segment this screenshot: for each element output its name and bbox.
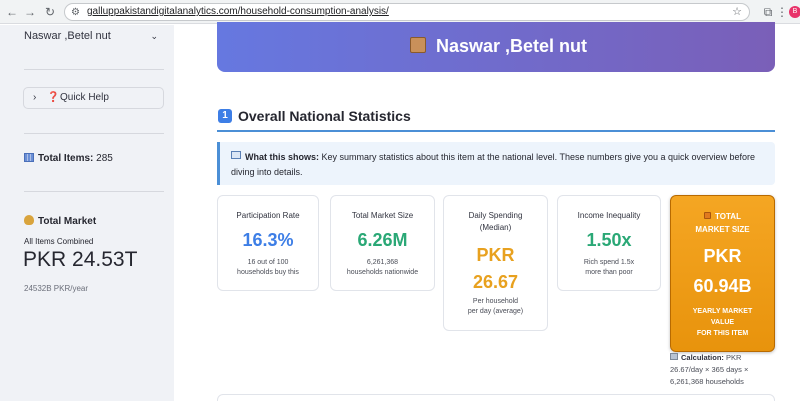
sidebar-divider bbox=[24, 191, 164, 192]
section-number-badge: 1 bbox=[218, 109, 232, 123]
card-subtext: Rich spend 1.5x more than poor bbox=[558, 258, 660, 278]
total-market-label: Total Market bbox=[38, 216, 97, 227]
card-label: Participation Rate bbox=[236, 211, 300, 220]
highlight-label-line: TOTAL bbox=[715, 212, 741, 221]
section-title: Overall National Statistics bbox=[238, 108, 411, 124]
highlight-subtext-line: FOR THIS ITEM bbox=[696, 330, 749, 337]
card-subtext-line: 16 out of 100 bbox=[247, 259, 289, 266]
site-info-icon[interactable]: ⚙ bbox=[71, 5, 80, 20]
total-market-heading: Total Market bbox=[24, 215, 96, 229]
card-subtext-line: Per household bbox=[472, 298, 519, 305]
address-bar[interactable]: ⚙ galluppakistandigitalanalytics.com/hou… bbox=[64, 3, 750, 21]
reload-icon[interactable]: ↻ bbox=[42, 4, 58, 20]
card-subtext-line: 6,261,368 bbox=[366, 259, 399, 266]
bookmark-star-icon[interactable]: ☆ bbox=[732, 4, 742, 20]
card-label: Income Inequality bbox=[577, 211, 641, 220]
highlight-value: PKR 60.94B bbox=[671, 241, 774, 301]
participation-rate-card: Participation Rate 16.3% 16 out of 100 h… bbox=[217, 195, 319, 291]
total-market-value: PKR 24.53T bbox=[23, 248, 138, 271]
card-value-line: PKR bbox=[476, 245, 515, 265]
total-items-value: 285 bbox=[96, 153, 113, 164]
total-items-label: Total Items: bbox=[38, 153, 94, 164]
info-text: What this shows: Key summary statistics … bbox=[231, 150, 771, 180]
bar-chart-icon bbox=[24, 153, 34, 162]
card-label-line: Daily Spending bbox=[468, 211, 523, 220]
chart-icon bbox=[670, 353, 678, 360]
daily-spending-card: Daily Spending (Median) PKR 26.67 Per ho… bbox=[443, 195, 548, 331]
card-label: Daily Spending (Median) bbox=[444, 210, 547, 234]
highlight-label-line: MARKET SIZE bbox=[695, 225, 750, 234]
highlight-label: TOTAL MARKET SIZE bbox=[671, 210, 774, 236]
card-subtext-line: households buy this bbox=[237, 269, 299, 276]
back-icon[interactable]: ← bbox=[4, 4, 20, 20]
browser-toolbar: ← → ↻ ⚙ galluppakistandigitalanalytics.c… bbox=[0, 0, 800, 24]
sidebar: Naswar ,Betel nut ⌄ › ❓ Quick Help Total… bbox=[0, 25, 174, 401]
sidebar-divider bbox=[24, 133, 164, 134]
card-subtext-line: Rich spend 1.5x bbox=[583, 259, 635, 266]
banner-title: Naswar ,Betel nut bbox=[436, 36, 588, 56]
highlight-value-line: 60.94B bbox=[693, 276, 752, 296]
card-subtext-line: households nationwide bbox=[346, 269, 419, 276]
money-bag-icon bbox=[24, 215, 34, 225]
question-icon: ❓ bbox=[47, 92, 60, 103]
card-subtext: 6,261,368 households nationwide bbox=[331, 258, 434, 278]
sidebar-divider bbox=[24, 69, 164, 70]
highlight-subtext-line: VALUE bbox=[710, 319, 735, 326]
quick-help-expander[interactable]: › ❓ Quick Help bbox=[23, 87, 164, 109]
section-divider bbox=[217, 130, 775, 132]
info-box: What this shows: Key summary statistics … bbox=[217, 142, 775, 185]
calculation-label: Calculation: bbox=[681, 353, 724, 362]
total-market-size-card: Total Market Size 6.26M 6,261,368 househ… bbox=[330, 195, 435, 291]
chevron-down-icon[interactable]: ⌄ bbox=[150, 28, 158, 44]
card-value: 16.3% bbox=[242, 230, 294, 250]
total-market-size-highlight: TOTAL MARKET SIZE PKR 60.94B YEARLY MARK… bbox=[670, 195, 775, 352]
profile-avatar[interactable]: B bbox=[789, 6, 800, 18]
card-value: 1.50x bbox=[586, 230, 632, 250]
card-subtext-line: per day (average) bbox=[467, 308, 524, 315]
next-section-card bbox=[217, 394, 775, 401]
all-items-label: All Items Combined bbox=[24, 237, 94, 246]
calculation-note: Calculation: PKR 26.67/day × 365 days × … bbox=[670, 352, 775, 388]
forward-icon[interactable]: → bbox=[22, 4, 38, 20]
info-heading: What this shows: bbox=[245, 152, 319, 162]
card-subtext: Per household per day (average) bbox=[444, 297, 547, 317]
card-label: Total Market Size bbox=[351, 211, 414, 220]
card-value-line: 26.67 bbox=[472, 272, 519, 292]
card-label-line: (Median) bbox=[479, 223, 512, 232]
quick-help-label: Quick Help bbox=[60, 92, 109, 103]
item-select[interactable]: Naswar ,Betel nut ⌄ bbox=[24, 28, 164, 44]
highlight-subtext-line: YEARLY MARKET bbox=[692, 308, 753, 315]
highlight-subtext: YEARLY MARKET VALUE FOR THIS ITEM bbox=[671, 306, 774, 339]
card-subtext-line: more than poor bbox=[585, 269, 633, 276]
card-value: 6.26M bbox=[357, 230, 408, 250]
item-banner: Naswar ,Betel nut bbox=[217, 22, 775, 72]
package-icon bbox=[410, 37, 426, 53]
card-value: PKR 26.67 bbox=[444, 242, 547, 296]
downloads-icon[interactable]: ⋮ bbox=[774, 4, 790, 20]
lock-icon bbox=[704, 212, 712, 219]
card-subtext: 16 out of 100 households buy this bbox=[218, 258, 318, 278]
income-inequality-card: Income Inequality 1.50x Rich spend 1.5x … bbox=[557, 195, 661, 291]
total-items: Total Items: 285 bbox=[24, 152, 113, 166]
chevron-right-icon: › bbox=[33, 92, 37, 103]
market-per-year: 24532B PKR/year bbox=[24, 284, 89, 293]
item-select-value: Naswar ,Betel nut bbox=[24, 30, 111, 42]
highlight-value-line: PKR bbox=[703, 246, 742, 266]
url-text[interactable]: galluppakistandigitalanalytics.com/house… bbox=[87, 4, 389, 20]
